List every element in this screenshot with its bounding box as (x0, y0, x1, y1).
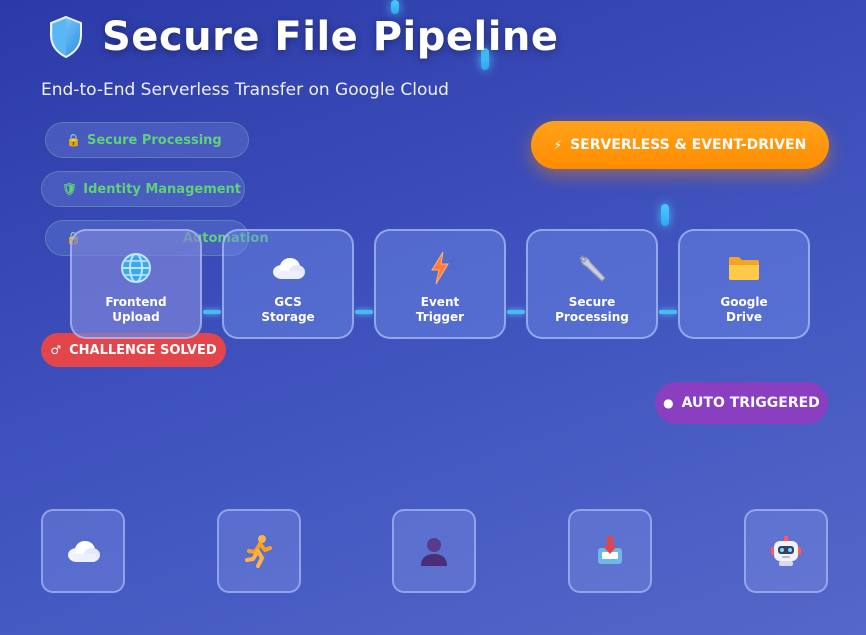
feature-pill-secure-processing: 🔒 Secure Processing (45, 122, 249, 158)
tile-inbox-download (568, 509, 652, 593)
robot-icon (771, 536, 801, 566)
dot-icon: ● (663, 396, 674, 410)
folder-icon (729, 257, 759, 280)
lock-icon: 🔒 (66, 133, 81, 147)
serverless-badge-label: SERVERLESS & EVENT-DRIVEN (570, 137, 807, 153)
feature-label: Secure Processing (86, 132, 222, 148)
serverless-badge: ⚡ SERVERLESS & EVENT-DRIVEN (531, 121, 829, 169)
stage-label: Secure Processing (555, 295, 629, 324)
connector (659, 310, 677, 314)
shield-icon: 🛡 (62, 182, 78, 196)
connector (355, 310, 373, 314)
stage-label: Event Trigger (415, 295, 465, 324)
person-icon (421, 538, 447, 566)
stage-secure-processing: Secure Processing (526, 229, 658, 339)
tile-cloud (41, 509, 125, 593)
stage-google-drive: Google Drive (678, 229, 810, 339)
page-title: Secure File Pipeline (102, 14, 559, 60)
header: Secure File Pipeline (48, 14, 559, 60)
stage-gcs-storage: GCS Storage (222, 229, 354, 339)
page-subtitle: End-to-End Serverless Transfer on Google… (41, 80, 449, 100)
stage-label: GCS Storage (261, 295, 315, 324)
auto-triggered-badge-label: AUTO TRIGGERED (681, 395, 820, 411)
auto-triggered-badge: ● AUTO TRIGGERED (655, 382, 828, 424)
cloud-icon (273, 258, 305, 279)
cloud-icon (68, 541, 100, 562)
feature-label: Identity Management (83, 181, 242, 197)
stage-label: Frontend Upload (105, 295, 167, 324)
shield-icon (50, 15, 82, 59)
globe-icon (121, 253, 151, 283)
stage-label: Google Drive (720, 295, 768, 324)
connector (203, 310, 221, 314)
connector (507, 310, 525, 314)
challenge-badge-label: CHALLENGE SOLVED (69, 342, 217, 358)
stage-frontend-upload: Frontend Upload (70, 229, 202, 339)
runner-icon (245, 535, 272, 568)
stage-event-trigger: Event Trigger (374, 229, 506, 339)
lightning-icon: ⚡ (553, 138, 563, 152)
tile-runner (217, 509, 301, 593)
mars-icon: ♂ (50, 343, 62, 357)
inbox-download-icon (598, 536, 622, 564)
lightning-icon (431, 251, 449, 285)
tile-robot (744, 509, 828, 593)
wrench-icon (579, 255, 606, 282)
tile-person (392, 509, 476, 593)
feature-pill-identity-management: 🛡 Identity Management (41, 171, 245, 207)
